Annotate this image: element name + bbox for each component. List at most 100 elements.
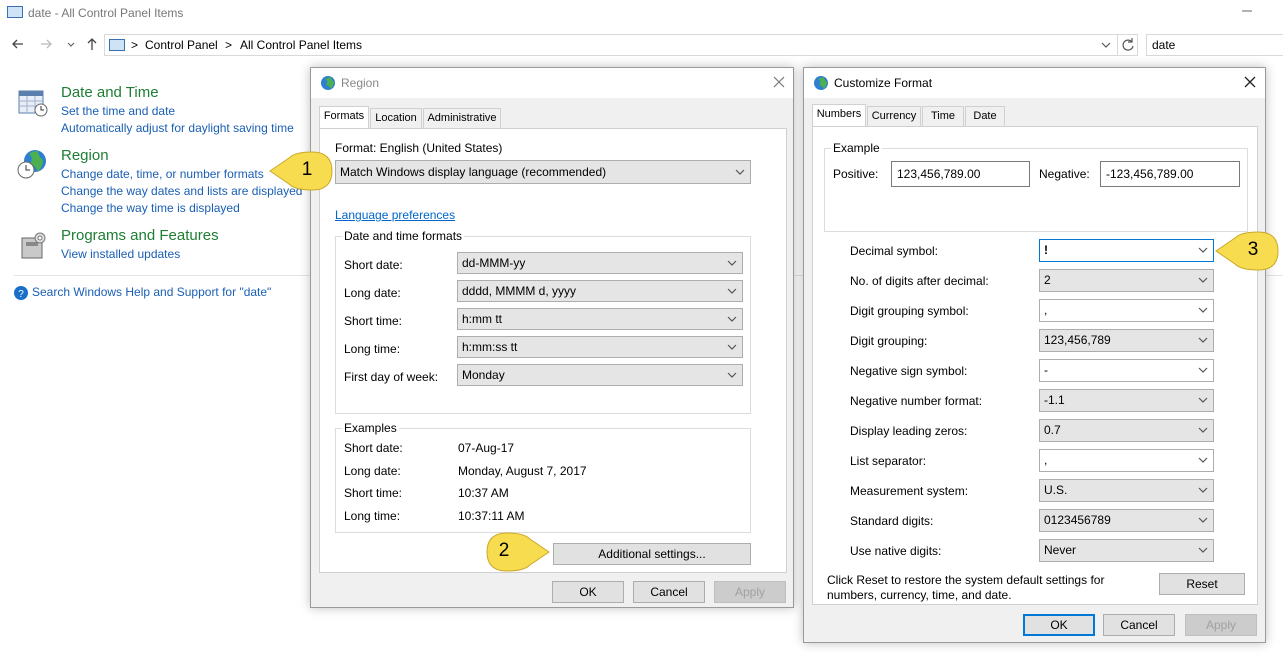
region-heading[interactable]: Region — [61, 147, 109, 164]
format-dropdown-value: Match Windows display language (recommen… — [340, 165, 607, 179]
customize-title: Customize Format — [834, 76, 933, 90]
digits-after-decimal-label: No. of digits after decimal: — [850, 274, 989, 288]
measurement-system-dropdown[interactable]: U.S. — [1039, 479, 1214, 502]
tab-time[interactable]: Time — [922, 106, 964, 126]
customize-apply-button[interactable]: Apply — [1185, 614, 1257, 636]
region-title: Region — [341, 76, 380, 90]
standard-digits-dropdown[interactable]: 0123456789 — [1039, 509, 1214, 532]
chevron-down-icon — [1197, 334, 1209, 346]
chevron-down-icon — [1197, 304, 1209, 316]
up-arrow-icon[interactable] — [84, 36, 100, 52]
date-and-time-heading[interactable]: Date and Time — [61, 84, 159, 101]
close-icon[interactable] — [1242, 74, 1258, 90]
programs-features-heading[interactable]: Programs and Features — [61, 227, 219, 244]
example-long-date-label: Long date: — [344, 464, 401, 478]
change-time-link[interactable]: Change the way time is displayed — [61, 201, 240, 215]
svg-text:?: ? — [18, 289, 24, 300]
additional-settings-button[interactable]: Additional settings... — [553, 543, 751, 565]
long-date-dropdown[interactable]: dddd, MMMM d, yyyy — [457, 280, 743, 302]
digit-grouping-label: Digit grouping: — [850, 334, 928, 348]
tab-numbers[interactable]: Numbers — [812, 104, 866, 126]
daylight-saving-link[interactable]: Automatically adjust for daylight saving… — [61, 121, 294, 135]
short-time-value: h:mm tt — [462, 312, 503, 326]
control-panel-icon — [7, 6, 23, 18]
standard-digits-label: Standard digits: — [850, 514, 934, 528]
region-apply-button[interactable]: Apply — [714, 581, 786, 603]
breadcrumb-all-items[interactable]: All Control Panel Items — [240, 38, 362, 52]
negative-number-format-value: -1.1 — [1044, 393, 1065, 407]
format-dropdown[interactable]: Match Windows display language (recommen… — [335, 160, 751, 184]
first-day-value: Monday — [462, 368, 505, 382]
example-short-date-value: 07-Aug-17 — [458, 441, 515, 455]
short-time-label: Short time: — [344, 314, 403, 328]
negative-number-format-dropdown[interactable]: -1.1 — [1039, 389, 1214, 412]
digits-after-decimal-dropdown[interactable]: 2 — [1039, 269, 1214, 292]
example-group-label: Example — [831, 141, 882, 155]
breadcrumb-control-panel[interactable]: Control Panel — [145, 38, 218, 52]
short-date-dropdown[interactable]: dd-MMM-yy — [457, 252, 743, 274]
positive-example-value: 123,456,789.00 — [897, 167, 981, 181]
tab-administrative[interactable]: Administrative — [423, 108, 501, 128]
address-bar[interactable]: > Control Panel > All Control Panel Item… — [104, 34, 1138, 56]
measurement-system-value: U.S. — [1044, 483, 1068, 497]
leading-zeros-value: 0.7 — [1044, 423, 1061, 437]
short-time-dropdown[interactable]: h:mm tt — [457, 308, 743, 330]
reset-button[interactable]: Reset — [1159, 573, 1245, 595]
region-cancel-button[interactable]: Cancel — [633, 581, 705, 603]
decimal-symbol-value: ! — [1044, 243, 1048, 257]
close-icon[interactable] — [771, 74, 787, 90]
negative-sign-value: - — [1044, 363, 1048, 377]
chevron-down-icon — [726, 369, 738, 381]
region-ok-button[interactable]: OK — [552, 581, 624, 603]
digit-grouping-symbol-value: , — [1044, 303, 1048, 317]
chevron-down-icon — [1197, 274, 1209, 286]
tab-formats[interactable]: Formats — [319, 106, 369, 128]
callout-1-number: 1 — [301, 159, 313, 180]
chevron-down-icon — [1197, 544, 1209, 556]
negative-example-field: -123,456,789.00 — [1100, 161, 1240, 187]
recent-dropdown-icon[interactable] — [63, 36, 79, 52]
minimize-icon[interactable] — [1240, 2, 1254, 16]
language-preferences-link[interactable]: Language preferences — [335, 208, 455, 222]
set-time-date-link[interactable]: Set the time and date — [61, 104, 175, 118]
tab-location[interactable]: Location — [370, 108, 422, 128]
native-digits-dropdown[interactable]: Never — [1039, 539, 1214, 562]
help-search-link[interactable]: Search Windows Help and Support for "dat… — [32, 285, 271, 299]
example-long-time-value: 10:37:11 AM — [458, 509, 525, 523]
native-digits-value: Never — [1044, 543, 1077, 557]
tab-date[interactable]: Date — [965, 106, 1005, 126]
callout-2-number: 2 — [498, 540, 510, 561]
chevron-down-icon — [1197, 454, 1209, 466]
list-separator-dropdown[interactable]: , — [1039, 449, 1214, 472]
tab-currency[interactable]: Currency — [867, 106, 921, 126]
digit-grouping-symbol-dropdown[interactable]: , — [1039, 299, 1214, 322]
chevron-down-icon — [726, 285, 738, 297]
decimal-symbol-dropdown[interactable]: ! — [1039, 239, 1214, 262]
negative-sign-dropdown[interactable]: - — [1039, 359, 1214, 382]
forward-arrow-icon[interactable] — [38, 36, 54, 52]
formats-panel: Format: English (United States) Match Wi… — [319, 128, 787, 573]
digit-grouping-dropdown[interactable]: 123,456,789 — [1039, 329, 1214, 352]
back-arrow-icon[interactable] — [10, 36, 26, 52]
example-long-time-label: Long time: — [344, 509, 401, 523]
customize-cancel-button[interactable]: Cancel — [1103, 614, 1175, 636]
leading-zeros-dropdown[interactable]: 0.7 — [1039, 419, 1214, 442]
long-time-dropdown[interactable]: h:mm:ss tt — [457, 336, 743, 358]
callout-1: 1 — [267, 150, 335, 192]
change-formats-link[interactable]: Change date, time, or number formats — [61, 167, 264, 181]
refresh-icon[interactable] — [1117, 35, 1137, 55]
globe-icon — [813, 75, 829, 91]
first-day-dropdown[interactable]: Monday — [457, 364, 743, 386]
positive-label: Positive: — [833, 167, 879, 181]
view-updates-link[interactable]: View installed updates — [61, 247, 180, 261]
examples-label: Examples — [342, 421, 399, 435]
callout-3-number: 3 — [1247, 239, 1259, 260]
chevron-down-icon — [734, 166, 746, 178]
address-dropdown-icon[interactable] — [1099, 38, 1113, 52]
callout-3: 3 — [1213, 230, 1281, 272]
customize-ok-button[interactable]: OK — [1023, 614, 1095, 636]
short-date-label: Short date: — [344, 258, 403, 272]
standard-digits-value: 0123456789 — [1044, 513, 1111, 527]
search-input[interactable]: date — [1146, 34, 1283, 56]
positive-example-field: 123,456,789.00 — [891, 161, 1030, 187]
